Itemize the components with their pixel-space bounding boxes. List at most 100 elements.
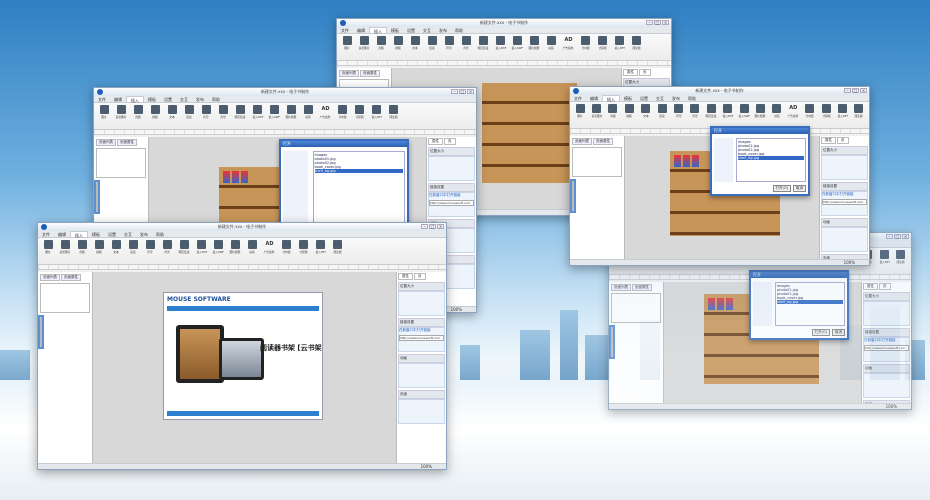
new-window-checkbox-label[interactable]: 在新窗口中打开链接 (864, 338, 909, 343)
open-button[interactable]: 打开(O) (772, 185, 791, 192)
tab-6[interactable]: 发布 (435, 27, 451, 33)
page-thumbnail[interactable] (572, 147, 622, 177)
tab-0[interactable]: 文件 (337, 27, 353, 33)
ribbon-button[interactable]: 图片 (340, 36, 355, 58)
panel-tab[interactable]: 页面属性 (360, 70, 380, 77)
page-thumbnail[interactable] (572, 181, 574, 211)
ribbon-button[interactable]: 图片 (97, 105, 112, 127)
panel-tab[interactable]: 页面列表 (611, 284, 631, 291)
close-button[interactable]: × (662, 20, 669, 25)
ribbon-button[interactable]: 阅读器 (330, 240, 345, 262)
ribbon-button[interactable]: 视频 (391, 36, 406, 58)
page-thumbnail[interactable] (96, 182, 98, 212)
right-tab[interactable]: 页 (879, 283, 891, 290)
right-tab[interactable]: 页 (414, 273, 426, 280)
minimize-button[interactable]: – (844, 88, 851, 93)
tab-1[interactable]: 编辑 (54, 231, 70, 237)
tab-2[interactable]: 插入 (602, 95, 620, 102)
maximize-button[interactable]: □ (459, 89, 466, 94)
ribbon-button[interactable]: 多张图片 (357, 36, 372, 58)
tab-1[interactable]: 编辑 (110, 96, 126, 102)
page-thumbnail[interactable] (611, 293, 661, 323)
ribbon-button[interactable]: 插入SWF (510, 36, 525, 58)
ribbon-button[interactable]: 插入PPT (313, 240, 328, 262)
ribbon-button[interactable]: 音频 (131, 105, 146, 127)
file-item[interactable]: shelf_bg.jpg (738, 156, 804, 160)
right-tab[interactable]: 属性 (398, 273, 413, 280)
ribbon-button[interactable]: 符号 (143, 240, 158, 262)
editing-canvas[interactable]: 打开 images photo01.jpg photo02.jpg book_cover… (664, 270, 861, 403)
tab-5[interactable]: 交互 (120, 231, 136, 237)
section-header[interactable]: 链接设置 (821, 182, 868, 191)
tab-6[interactable]: 发布 (668, 95, 684, 101)
page-thumbnail[interactable] (96, 148, 146, 178)
tab-3[interactable]: 模板 (88, 231, 104, 237)
ribbon-button[interactable]: 计时器 (578, 36, 593, 58)
ribbon-button[interactable]: 插入SWF (737, 104, 751, 126)
ribbon-button[interactable]: 计算器 (296, 240, 311, 262)
ribbon-button[interactable]: 背景 (216, 105, 231, 127)
minimize-button[interactable]: – (451, 89, 458, 94)
right-tab[interactable]: 属性 (428, 138, 443, 145)
ribbon-button[interactable]: 符号 (671, 104, 685, 126)
ribbon-button[interactable]: 计算器 (819, 104, 833, 126)
editing-canvas[interactable]: MOUSE SOFTWARE 阅读器书架 [云书架 (93, 272, 396, 463)
ribbon-button[interactable]: 视频 (148, 105, 163, 127)
ribbon-button[interactable]: 网页链接 (704, 104, 718, 126)
ribbon-button[interactable]: 阅读器 (852, 104, 866, 126)
maximize-button[interactable]: □ (894, 234, 901, 239)
section-header[interactable]: 链接设置 (428, 183, 475, 192)
ribbon-button[interactable]: 背景 (688, 104, 702, 126)
tab-7[interactable]: 帮助 (152, 231, 168, 237)
ribbon-button[interactable]: 计算器 (352, 105, 367, 127)
section-header[interactable]: 位置大小 (821, 146, 868, 155)
maximize-button[interactable]: □ (429, 224, 436, 229)
tab-5[interactable]: 交互 (419, 27, 435, 33)
ribbon-button[interactable]: 插入PDF (493, 36, 508, 58)
right-tab[interactable]: 属性 (863, 283, 878, 290)
ribbon-button[interactable]: 文本 (109, 240, 124, 262)
ribbon-button[interactable]: 阅读器 (629, 36, 644, 58)
ribbon-button[interactable]: 链接 (182, 105, 197, 127)
new-window-checkbox-label[interactable]: 在新窗口中打开链接 (399, 328, 444, 333)
ribbon-button[interactable]: 背景 (160, 240, 175, 262)
ribbon-button[interactable]: 符号 (442, 36, 457, 58)
section-header[interactable]: 动画 (398, 354, 445, 363)
right-tab[interactable]: 页 (444, 138, 456, 145)
ribbon-button[interactable]: AD 广告插件 (786, 104, 800, 126)
page-thumbnail[interactable] (40, 283, 90, 313)
section-header[interactable]: 位置大小 (398, 282, 445, 291)
ribbon-button[interactable]: 插入PDF (721, 104, 735, 126)
ribbon-button[interactable]: 动画 (770, 104, 784, 126)
ribbon-button[interactable]: 插入SWF (267, 105, 282, 127)
ribbon-button[interactable]: AD 广告插件 (262, 240, 277, 262)
ribbon-button[interactable]: 文本 (639, 104, 653, 126)
ribbon-button[interactable]: 网页链接 (476, 36, 491, 58)
tab-1[interactable]: 编辑 (353, 27, 369, 33)
section-header[interactable]: 动画 (821, 218, 868, 227)
ribbon-button[interactable]: 阅读器 (386, 105, 401, 127)
ribbon-button[interactable]: 网页链接 (177, 240, 192, 262)
ribbon-button[interactable]: 图片相册 (228, 240, 243, 262)
ribbon-button[interactable]: 插入PPT (612, 36, 627, 58)
ribbon-button[interactable]: 链接 (425, 36, 440, 58)
tab-5[interactable]: 交互 (652, 95, 668, 101)
ribbon-button[interactable]: 计时器 (802, 104, 816, 126)
ribbon-button[interactable]: 符号 (199, 105, 214, 127)
section-header[interactable]: 动画 (863, 364, 910, 373)
ribbon-button[interactable]: 文本 (165, 105, 180, 127)
ribbon-button[interactable]: 图片 (41, 240, 56, 262)
panel-tab[interactable]: 页面列表 (40, 274, 60, 281)
close-button[interactable]: × (902, 234, 909, 239)
section-header[interactable]: 链接设置 (863, 328, 910, 337)
close-button[interactable]: × (860, 88, 867, 93)
link-url-input[interactable]: http://www.mousesoft.com (822, 199, 867, 205)
right-tab[interactable]: 页 (837, 137, 849, 144)
close-button[interactable]: × (467, 89, 474, 94)
tab-5[interactable]: 交互 (176, 96, 192, 102)
cancel-button[interactable]: 取消 (832, 329, 845, 336)
tab-4[interactable]: 设置 (636, 95, 652, 101)
ribbon-button[interactable]: 背景 (459, 36, 474, 58)
link-url-input[interactable]: http://www.mousesoft.com (864, 345, 909, 351)
ribbon-button[interactable]: 计时器 (279, 240, 294, 262)
